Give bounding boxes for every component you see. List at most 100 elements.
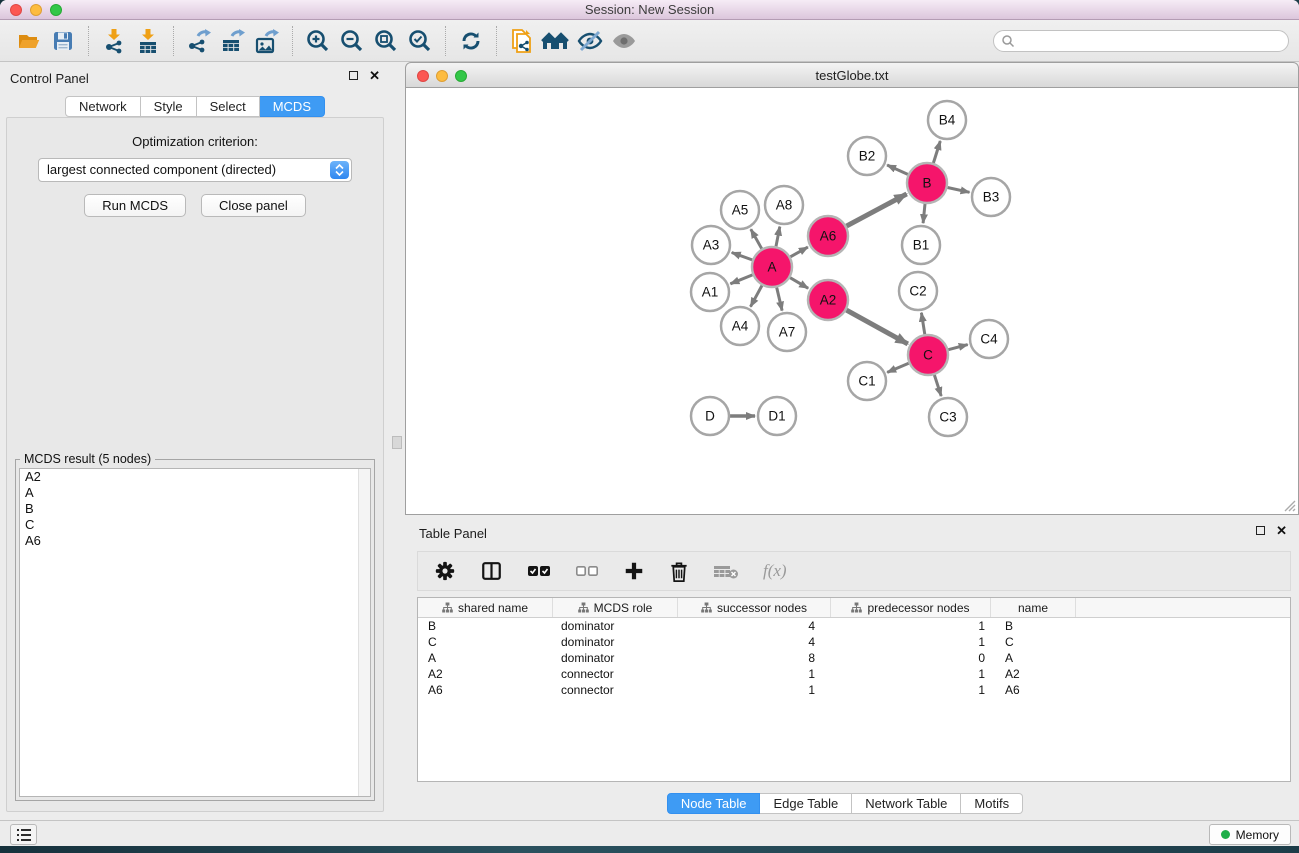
delete-column-icon[interactable] [669,560,689,583]
zoom-selected-button[interactable] [403,25,437,57]
edge-B-B4[interactable] [933,141,940,163]
close-window-button[interactable] [10,4,22,16]
export-network-button[interactable] [182,25,216,57]
import-network-button[interactable] [97,25,131,57]
edge-A-A8[interactable] [776,227,780,247]
graph-node-B2[interactable]: B2 [848,137,886,175]
edge-C-C1[interactable] [887,363,909,372]
mcds-result-item[interactable]: B [20,501,370,517]
import-table-button[interactable] [131,25,165,57]
network-window-titlebar[interactable]: testGlobe.txt [405,62,1299,88]
edge-B-B1[interactable] [923,204,925,223]
edge-C-C2[interactable] [921,313,924,335]
memory-button[interactable]: Memory [1209,824,1291,845]
graph-node-A4[interactable]: A4 [721,307,759,345]
graph-node-D[interactable]: D [691,397,729,435]
hide-selected-button[interactable] [573,25,607,57]
edge-A6-B[interactable] [847,194,907,226]
minimize-window-button[interactable] [30,4,42,16]
edge-C-C4[interactable] [948,345,967,350]
mcds-result-item[interactable]: C [20,517,370,533]
select-all-columns-icon[interactable] [527,564,551,578]
add-column-icon[interactable] [623,560,645,582]
float-panel-icon[interactable] [349,71,358,80]
graph-node-C4[interactable]: C4 [970,320,1008,358]
zoom-fit-button[interactable] [369,25,403,57]
resize-grip-icon[interactable] [1282,498,1296,512]
close-panel-button[interactable]: Close panel [201,194,306,217]
first-neighbors-button[interactable] [539,25,573,57]
edge-B-B2[interactable] [887,165,908,174]
table-row[interactable]: Cdominator41C [418,634,1290,650]
edge-A-A4[interactable] [751,286,763,307]
zoom-window-button[interactable] [50,4,62,16]
graph-node-C3[interactable]: C3 [929,398,967,436]
run-mcds-button[interactable]: Run MCDS [84,194,186,217]
graph-node-A2[interactable]: A2 [808,280,848,320]
export-image-button[interactable] [250,25,284,57]
edge-A-A6[interactable] [790,247,808,257]
deselect-all-columns-icon[interactable] [575,564,599,578]
graph-node-C[interactable]: C [908,335,948,375]
graph-node-D1[interactable]: D1 [758,397,796,435]
zoom-in-button[interactable] [301,25,335,57]
mcds-result-item[interactable]: A2 [20,469,370,485]
edge-A-A7[interactable] [777,288,782,311]
column-header-name[interactable]: name [991,598,1076,617]
clone-network-button[interactable] [505,25,539,57]
criterion-dropdown[interactable]: largest connected component (directed) [38,158,352,182]
tab-network[interactable]: Network [65,96,141,117]
column-header-MCDS-role[interactable]: MCDS role [553,598,678,617]
search-input[interactable] [1020,32,1288,50]
tab-node-table[interactable]: Node Table [667,793,761,814]
close-table-panel-icon[interactable]: ✕ [1276,525,1287,536]
mcds-result-list[interactable]: A2ABCA6 [19,468,371,797]
table-row[interactable]: Adominator80A [418,650,1290,666]
graph-node-C2[interactable]: C2 [899,272,937,310]
refresh-button[interactable] [454,25,488,57]
table-row[interactable]: A2connector11A2 [418,666,1290,682]
graph-node-A1[interactable]: A1 [691,273,729,311]
graph-node-B3[interactable]: B3 [972,178,1010,216]
graph-node-B[interactable]: B [907,163,947,203]
edge-A-A2[interactable] [790,278,808,289]
graph-node-C1[interactable]: C1 [848,362,886,400]
table-row[interactable]: A6connector11A6 [418,682,1290,698]
graph-node-A[interactable]: A [752,247,792,287]
edge-B-B3[interactable] [948,188,970,193]
close-panel-icon[interactable]: ✕ [369,70,380,81]
close-view-button[interactable] [417,70,429,82]
settings-gear-icon[interactable] [434,560,456,582]
graph-node-B4[interactable]: B4 [928,101,966,139]
tab-select[interactable]: Select [197,96,260,117]
column-header-predecessor-nodes[interactable]: predecessor nodes [831,598,991,617]
table-row[interactable]: Bdominator41B [418,618,1290,634]
node-table[interactable]: shared nameMCDS rolesuccessor nodesprede… [417,597,1291,782]
edge-A-A3[interactable] [732,253,753,260]
edge-A-A1[interactable] [730,275,752,284]
panel-split-handle[interactable] [392,436,402,449]
float-table-panel-icon[interactable] [1256,526,1265,535]
tab-motifs[interactable]: Motifs [961,793,1023,814]
tab-edge-table[interactable]: Edge Table [760,793,852,814]
network-graph[interactable]: B4 B2 B B3 A5 A8 A6 A3 B1 A [406,88,1298,514]
search-box[interactable] [993,30,1289,52]
graph-node-A3[interactable]: A3 [692,226,730,264]
column-header-shared-name[interactable]: shared name [418,598,553,617]
result-list-scrollbar[interactable] [358,469,370,796]
column-pane-icon[interactable] [480,560,503,582]
save-session-button[interactable] [46,25,80,57]
show-all-button[interactable] [607,25,641,57]
edge-A-A5[interactable] [751,229,762,249]
network-canvas[interactable]: B4 B2 B B3 A5 A8 A6 A3 B1 A [405,88,1299,515]
graph-node-A5[interactable]: A5 [721,191,759,229]
minimize-view-button[interactable] [436,70,448,82]
open-session-button[interactable] [12,25,46,57]
graph-node-A6[interactable]: A6 [808,216,848,256]
tab-mcds[interactable]: MCDS [260,96,325,117]
edge-C-C3[interactable] [934,375,941,396]
graph-node-B1[interactable]: B1 [902,226,940,264]
column-header-successor-nodes[interactable]: successor nodes [678,598,831,617]
tab-network-table[interactable]: Network Table [852,793,961,814]
task-history-button[interactable] [10,824,37,845]
